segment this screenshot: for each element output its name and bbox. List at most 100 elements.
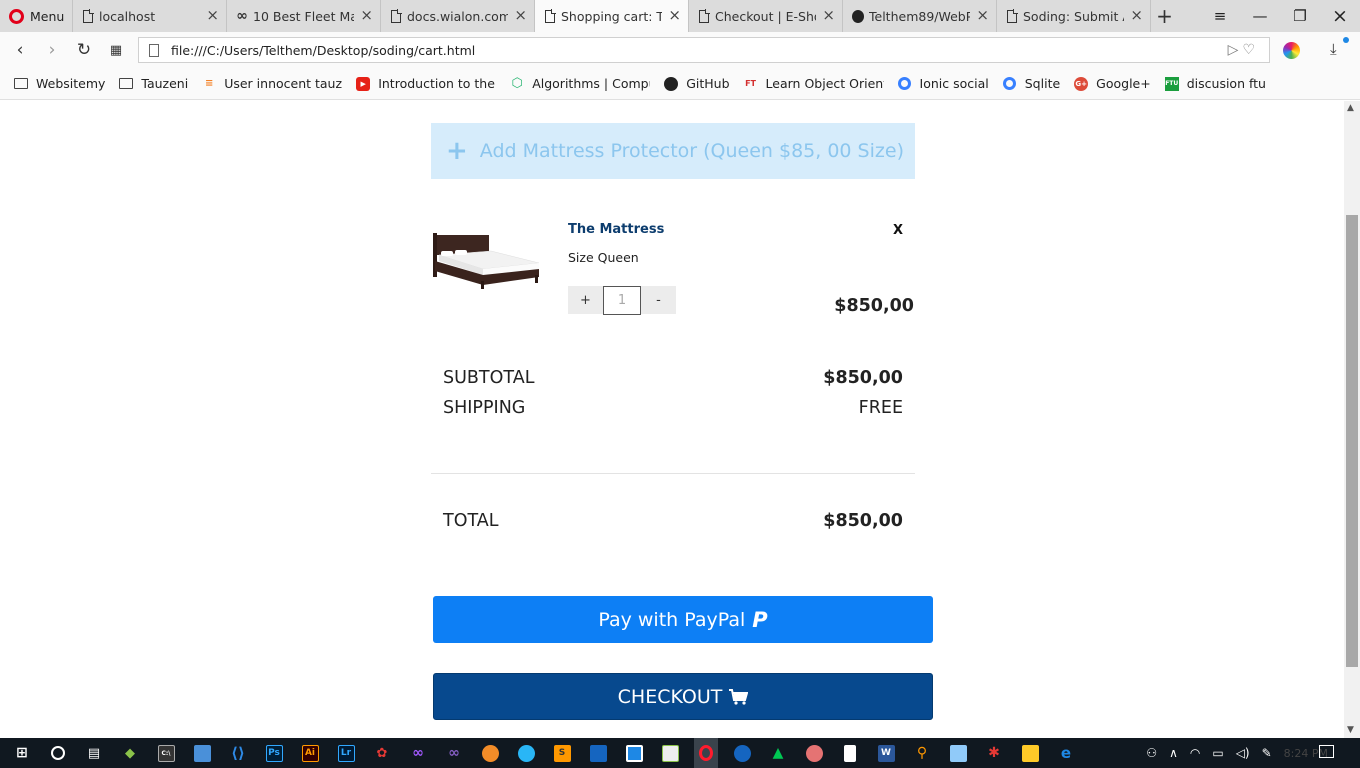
url-field[interactable]: file:///C:/Users/Telthem/Desktop/soding/… bbox=[138, 37, 1270, 63]
bookmark-discusion-ftu[interactable]: FTU discusion ftu bbox=[1164, 68, 1266, 100]
close-icon[interactable]: × bbox=[1130, 8, 1143, 23]
app-icon[interactable]: ✿ bbox=[370, 738, 394, 768]
file-explorer-icon[interactable] bbox=[1018, 738, 1042, 768]
app-red-icon[interactable] bbox=[802, 738, 826, 768]
bookmark-label: Websitemy bbox=[36, 76, 106, 91]
bookmark-youtube[interactable]: ▶ Introduction to the co bbox=[356, 68, 496, 100]
heart-icon[interactable]: ♡ bbox=[1242, 42, 1259, 58]
checkout-button[interactable]: CHECKOUT bbox=[433, 673, 933, 720]
bookmark-learn-oop[interactable]: FT Learn Object Oriented bbox=[744, 68, 883, 100]
speed-dial-icon[interactable]: ▦ bbox=[100, 32, 132, 68]
paypal-icon: P bbox=[752, 607, 768, 632]
url-text[interactable]: file:///C:/Users/Telthem/Desktop/soding/… bbox=[171, 43, 475, 58]
reload-icon[interactable]: ↻ bbox=[68, 32, 100, 68]
sublime-icon[interactable]: S bbox=[550, 738, 574, 768]
bookmark-algorithms[interactable]: ⬡ Algorithms | Computer bbox=[510, 68, 651, 100]
minimize-icon[interactable]: — bbox=[1240, 0, 1280, 32]
task-view-icon[interactable]: ▤ bbox=[82, 738, 106, 768]
restore-icon[interactable]: ❐ bbox=[1280, 0, 1320, 32]
tab-github[interactable]: Telthem89/WebPa × bbox=[842, 0, 996, 32]
opera-taskbar-icon[interactable] bbox=[694, 738, 718, 768]
close-icon[interactable]: × bbox=[976, 8, 989, 23]
tab-shopping-cart[interactable]: Shopping cart: Telt × bbox=[534, 0, 688, 32]
bookmark-tauzeni[interactable]: Tauzeni bbox=[119, 68, 188, 100]
volume-icon[interactable]: ◁) bbox=[1236, 746, 1250, 760]
folder-icon bbox=[119, 77, 134, 91]
notification-icon[interactable] bbox=[1319, 745, 1334, 758]
app-orange-icon[interactable] bbox=[478, 738, 502, 768]
tab-wialon[interactable]: docs.wialon.com × bbox=[380, 0, 534, 32]
word-icon[interactable]: W bbox=[874, 738, 898, 768]
app-window-icon[interactable] bbox=[622, 738, 646, 768]
tab-localhost[interactable]: localhost × bbox=[72, 0, 226, 32]
opera-menu-button[interactable]: Menu bbox=[0, 0, 72, 32]
tab-fleet[interactable]: ∞ 10 Best Fleet Mana × bbox=[226, 0, 380, 32]
visual-studio-icon[interactable]: ∞ bbox=[406, 738, 430, 768]
new-tab-button[interactable]: + bbox=[1150, 0, 1178, 32]
bookmark-sqlite[interactable]: Sqlite bbox=[1003, 68, 1060, 100]
search-icon[interactable] bbox=[46, 738, 70, 768]
photoshop-icon[interactable]: Ps bbox=[262, 738, 286, 768]
app-green-icon[interactable]: ▲ bbox=[766, 738, 790, 768]
mysql-workbench-icon[interactable] bbox=[586, 738, 610, 768]
tab-title: Checkout | E-Shop bbox=[715, 8, 816, 24]
quantity-increase-button[interactable]: + bbox=[568, 293, 603, 308]
search-app-icon[interactable]: ⚲ bbox=[910, 738, 934, 768]
cart-icon bbox=[729, 688, 749, 705]
bookmark-websitemy[interactable]: Websitemy bbox=[14, 68, 105, 100]
app-blue-icon[interactable] bbox=[514, 738, 538, 768]
bookmark-ionic-social[interactable]: Ionic social bbox=[898, 68, 989, 100]
close-icon[interactable]: × bbox=[206, 8, 219, 23]
close-icon[interactable]: × bbox=[822, 8, 835, 23]
extension-icon[interactable] bbox=[1283, 42, 1300, 59]
remote-desktop-icon[interactable] bbox=[190, 738, 214, 768]
notepad-icon[interactable] bbox=[658, 738, 682, 768]
bookmark-stackoverflow[interactable]: ≡ User innocent tauzeni bbox=[202, 68, 342, 100]
chevron-up-icon[interactable]: ∧ bbox=[1169, 746, 1178, 760]
bookmark-googleplus[interactable]: G+ Google+ bbox=[1074, 68, 1151, 100]
quantity-input[interactable]: 1 bbox=[603, 285, 641, 315]
file-icon[interactable] bbox=[838, 738, 862, 768]
virtualbox-icon[interactable] bbox=[946, 738, 970, 768]
github-icon bbox=[852, 9, 864, 23]
pay-with-paypal-button[interactable]: Pay with PayPal P bbox=[433, 596, 933, 643]
windows-start-icon[interactable]: ⊞ bbox=[10, 738, 34, 768]
terminal-icon[interactable]: C:\ bbox=[154, 738, 178, 768]
remove-item-button[interactable]: X bbox=[893, 223, 903, 238]
lightroom-icon[interactable]: Lr bbox=[334, 738, 358, 768]
page-scrollbar[interactable]: ▲ ▼ bbox=[1344, 101, 1360, 738]
bookmark-label: GitHub bbox=[686, 76, 730, 91]
visual-studio-2-icon[interactable]: ∞ bbox=[442, 738, 466, 768]
tab-soding[interactable]: Soding: Submit As × bbox=[996, 0, 1150, 32]
edge-icon[interactable]: e bbox=[1054, 738, 1078, 768]
firefox-icon[interactable] bbox=[730, 738, 754, 768]
close-icon[interactable]: × bbox=[360, 8, 373, 23]
tab-checkout[interactable]: Checkout | E-Shop × bbox=[688, 0, 842, 32]
infinity-icon: ∞ bbox=[236, 8, 248, 24]
scroll-thumb[interactable] bbox=[1346, 215, 1358, 667]
scroll-down-icon[interactable]: ▼ bbox=[1347, 725, 1354, 735]
bug-icon[interactable]: ✱ bbox=[982, 738, 1006, 768]
close-icon[interactable]: × bbox=[514, 8, 527, 23]
vscode-icon[interactable]: ⟨⟩ bbox=[226, 738, 250, 768]
quantity-decrease-button[interactable]: - bbox=[641, 293, 676, 308]
battery-icon[interactable]: ▭ bbox=[1212, 746, 1223, 760]
bookmark-github[interactable]: GitHub bbox=[664, 68, 730, 100]
pen-icon[interactable]: ✎ bbox=[1262, 746, 1272, 760]
illustrator-icon[interactable]: Ai bbox=[298, 738, 322, 768]
add-mattress-protector-button[interactable]: + Add Mattress Protector (Queen $85, 00 … bbox=[431, 123, 915, 179]
back-icon[interactable]: ‹ bbox=[4, 32, 36, 68]
download-icon[interactable]: ⤓ bbox=[1330, 40, 1337, 58]
send-icon[interactable]: ▷ bbox=[1228, 42, 1243, 58]
forward-icon[interactable]: › bbox=[36, 32, 68, 68]
close-icon[interactable]: × bbox=[668, 8, 681, 23]
people-icon[interactable]: ⚇ bbox=[1146, 746, 1157, 760]
product-name[interactable]: The Mattress bbox=[568, 222, 664, 237]
scroll-up-icon[interactable]: ▲ bbox=[1347, 103, 1354, 113]
page-info-icon[interactable] bbox=[149, 43, 159, 57]
close-window-icon[interactable]: × bbox=[1320, 0, 1360, 32]
android-studio-icon[interactable]: ◆ bbox=[118, 738, 142, 768]
youtube-icon: ▶ bbox=[356, 76, 371, 91]
tab-menu-icon[interactable]: ≡ bbox=[1200, 0, 1240, 32]
wifi-icon[interactable]: ◠ bbox=[1190, 746, 1200, 760]
